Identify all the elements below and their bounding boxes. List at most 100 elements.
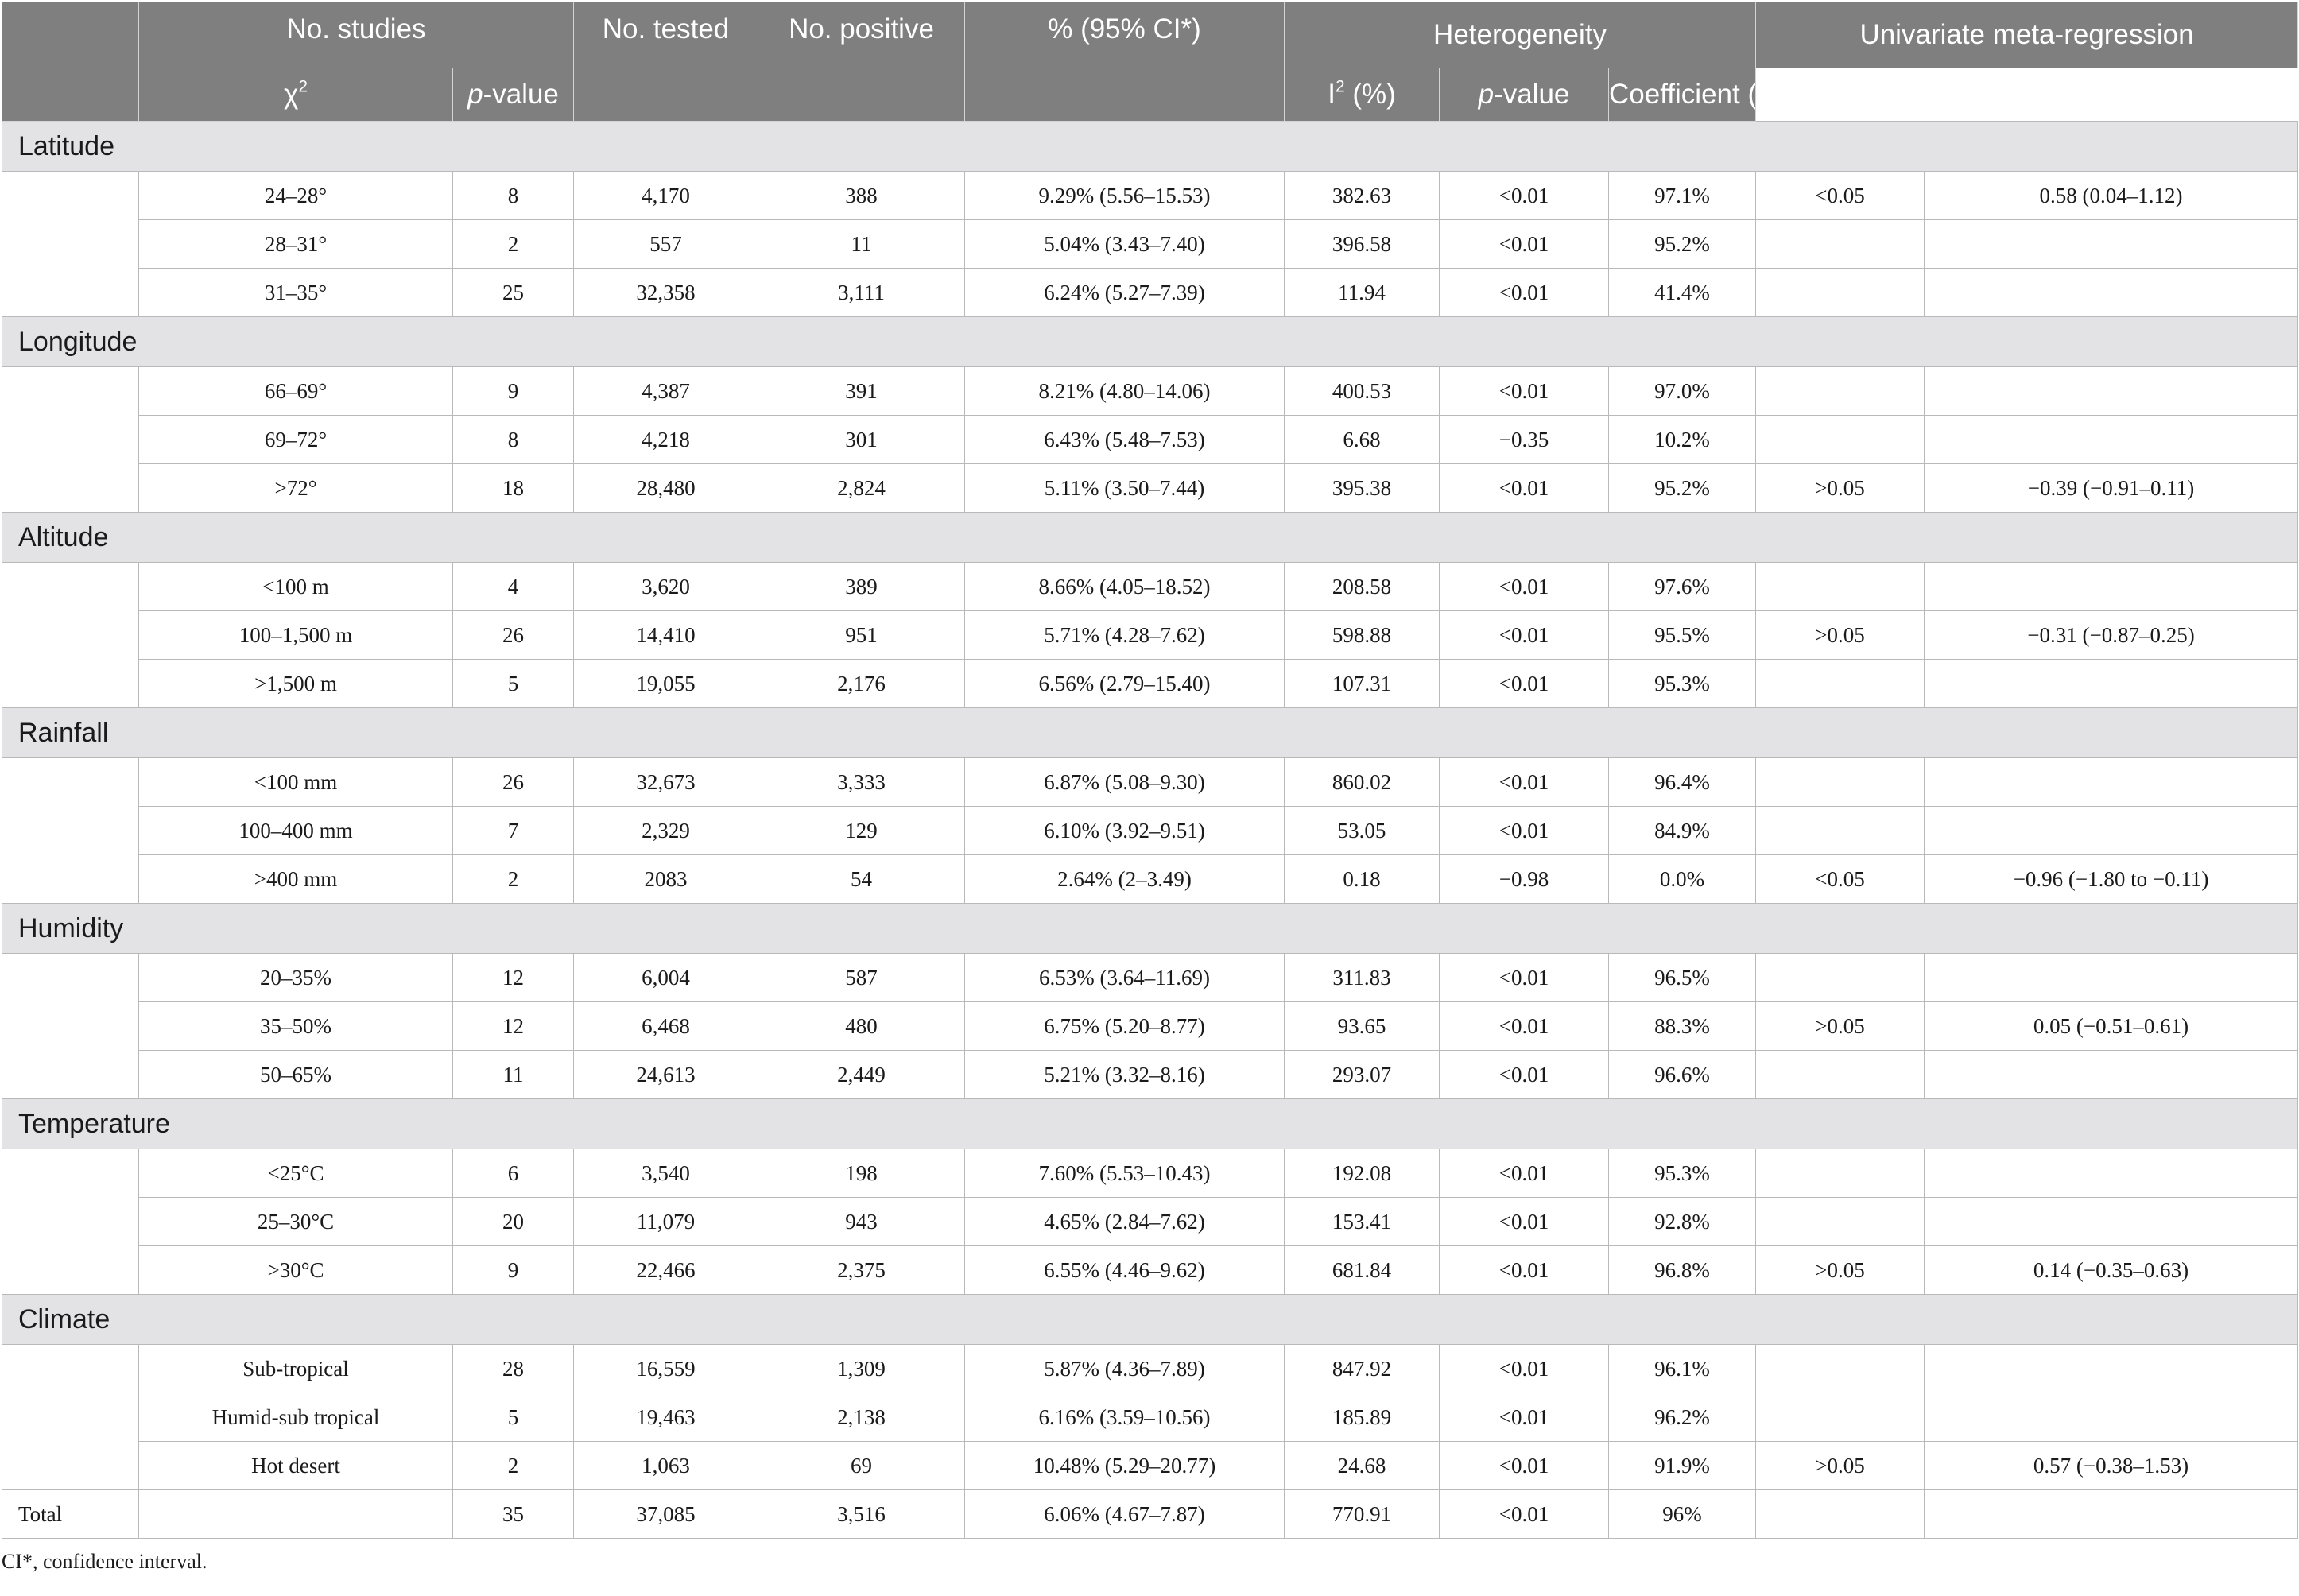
cell-i2: 95.3%	[1607, 659, 1757, 708]
cell-positive: 69	[758, 1441, 965, 1490]
cell-tested: 2,329	[573, 806, 758, 855]
cell-tested: 11,079	[573, 1197, 758, 1246]
cell-positive: 3,111	[758, 268, 965, 317]
cell-label: >72°	[138, 463, 453, 513]
section-header-row: Humidity	[1, 903, 2299, 954]
cell-label: <25°C	[138, 1149, 453, 1198]
cell-label: >400 mm	[138, 854, 453, 904]
cell-tested: 19,055	[573, 659, 758, 708]
cell-studies: 4	[452, 562, 574, 611]
cell-coef	[1924, 1344, 2299, 1393]
cell-total-pval: <0.01	[1439, 1489, 1609, 1539]
cell-tested: 19,463	[573, 1393, 758, 1442]
cell-reg-p	[1755, 1393, 1925, 1442]
cell-pct: 9.29% (5.56–15.53)	[964, 171, 1285, 220]
table-row: 69–72° 8 4,218 301 6.43% (5.48–7.53) 6.68 −0.3…	[2, 415, 2299, 464]
cell-reg-p	[1755, 562, 1925, 611]
cell-label: 20–35%	[138, 953, 453, 1002]
total-label: Total	[2, 1489, 139, 1539]
cell-label: Sub-tropical	[138, 1344, 453, 1393]
cell-total-coef	[1924, 1489, 2299, 1539]
header-chi-squared: χ2	[138, 68, 453, 122]
cell-pval: <0.01	[1439, 268, 1609, 317]
meta-regression-table: No. studies No. tested No. positive % (9…	[1, 2, 2299, 1539]
cell-pval: <0.01	[1439, 1344, 1609, 1393]
cell-tested: 4,387	[573, 366, 758, 416]
cell-pct: 6.43% (5.48–7.53)	[964, 415, 1285, 464]
cell-studies: 2	[452, 854, 574, 904]
table-row: >400 mm 2 2083 54 2.64% (2–3.49) 0.18 −0.98 0.0…	[2, 854, 2299, 904]
table-row: 50–65% 11 24,613 2,449 5.21% (3.32–8.16) 293.…	[2, 1050, 2299, 1099]
cell-positive: 389	[758, 562, 965, 611]
cell-chi2: 400.53	[1284, 366, 1440, 416]
cell-coef	[1924, 562, 2299, 611]
header-regression-p-value: p-value	[1439, 68, 1609, 122]
cell-total-chi2: 770.91	[1284, 1489, 1440, 1539]
cell-coef	[1924, 659, 2299, 708]
cell-reg-p	[1755, 1344, 1925, 1393]
cell-chi2: 11.94	[1284, 268, 1440, 317]
header-no-positive: No. positive	[758, 2, 965, 122]
section-header-row: Temperature	[1, 1098, 2299, 1149]
cell-reg-p	[1755, 1197, 1925, 1246]
group-spacer-cell	[2, 171, 139, 317]
cell-positive: 3,333	[758, 757, 965, 807]
cell-positive: 2,138	[758, 1393, 965, 1442]
section-title: Humidity	[1, 903, 2299, 954]
cell-pct: 7.60% (5.53–10.43)	[964, 1149, 1285, 1198]
cell-i2: 96.4%	[1607, 757, 1757, 807]
table-row: 66–69° 9 4,387 391 8.21% (4.80–14.06) 400.53 <…	[2, 366, 2299, 513]
header-coefficient: Coefficient (95% CI)	[1607, 68, 1757, 122]
cell-i2: 95.3%	[1607, 1149, 1757, 1198]
cell-reg-p: <0.05	[1755, 171, 1925, 220]
cell-label: <100 mm	[138, 757, 453, 807]
table-row: Hot desert 2 1,063 69 10.48% (5.29–20.77) 24.…	[2, 1441, 2299, 1490]
cell-label: 100–1,500 m	[138, 610, 453, 660]
cell-pval: <0.01	[1439, 366, 1609, 416]
cell-pct: 6.16% (3.59–10.56)	[964, 1393, 1285, 1442]
cell-positive: 2,375	[758, 1245, 965, 1295]
cell-chi2: 382.63	[1284, 171, 1440, 220]
cell-chi2: 153.41	[1284, 1197, 1440, 1246]
cell-pct: 6.24% (5.27–7.39)	[964, 268, 1285, 317]
cell-label: <100 m	[138, 562, 453, 611]
cell-total-tested: 37,085	[573, 1489, 758, 1539]
cell-i2: 84.9%	[1607, 806, 1757, 855]
cell-total-studies: 35	[452, 1489, 574, 1539]
cell-reg-p	[1755, 415, 1925, 464]
cell-chi2: 293.07	[1284, 1050, 1440, 1099]
table-row: 24–28° 8 4,170 388 9.29% (5.56–15.53) 382.63 <…	[2, 171, 2299, 317]
cell-studies: 6	[452, 1149, 574, 1198]
cell-chi2: 53.05	[1284, 806, 1440, 855]
cell-pval: <0.01	[1439, 171, 1609, 220]
cell-coef	[1924, 806, 2299, 855]
cell-i2: 97.1%	[1607, 171, 1757, 220]
section-header-row: Longitude	[1, 316, 2299, 367]
cell-tested: 24,613	[573, 1050, 758, 1099]
group-spacer-cell	[2, 1344, 139, 1490]
cell-studies: 12	[452, 953, 574, 1002]
cell-studies: 18	[452, 463, 574, 513]
table-row: 35–50% 12 6,468 480 6.75% (5.20–8.77) 93.65 <0…	[2, 1001, 2299, 1051]
reg-p-value-suffix: -value	[1494, 79, 1570, 110]
cell-pct: 5.87% (4.36–7.89)	[964, 1344, 1285, 1393]
cell-pval: <0.01	[1439, 1393, 1609, 1442]
cell-positive: 198	[758, 1149, 965, 1198]
header-p-value: p-value	[452, 68, 574, 122]
table-row: 31–35° 25 32,358 3,111 6.24% (5.27–7.39) 11.9…	[2, 268, 2299, 317]
cell-studies: 2	[452, 219, 574, 269]
cell-reg-p	[1755, 366, 1925, 416]
table-row: >72° 18 28,480 2,824 5.11% (3.50–7.44) 395.38…	[2, 463, 2299, 513]
cell-tested: 14,410	[573, 610, 758, 660]
header-empty-cell	[2, 2, 139, 122]
section-header-row: Latitude	[1, 121, 2299, 172]
cell-studies: 11	[452, 1050, 574, 1099]
table-row: Sub-tropical 28 16,559 1,309 5.87% (4.36–7.8…	[2, 1344, 2299, 1490]
cell-i2: 97.6%	[1607, 562, 1757, 611]
cell-pct: 6.87% (5.08–9.30)	[964, 757, 1285, 807]
cell-positive: 2,176	[758, 659, 965, 708]
cell-pct: 5.11% (3.50–7.44)	[964, 463, 1285, 513]
cell-positive: 301	[758, 415, 965, 464]
cell-chi2: 598.88	[1284, 610, 1440, 660]
cell-coef: −0.96 (−1.80 to −0.11)	[1924, 854, 2299, 904]
